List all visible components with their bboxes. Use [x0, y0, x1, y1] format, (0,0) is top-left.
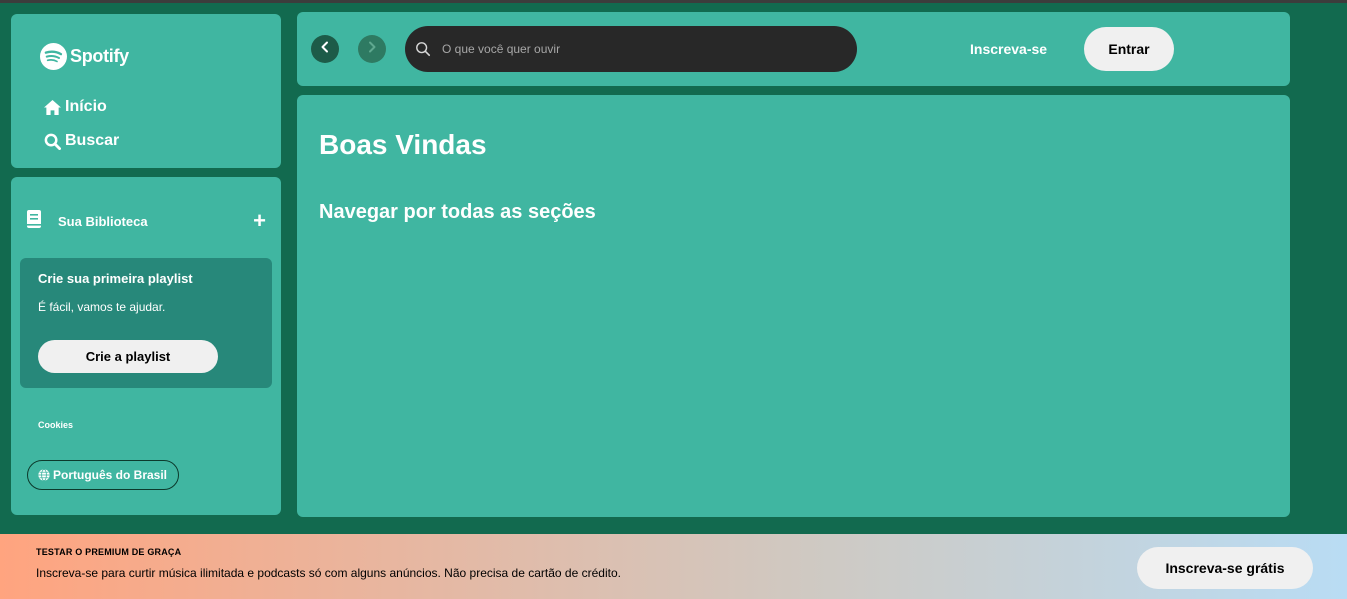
library-panel: Sua Biblioteca + Crie sua primeira playl… — [11, 177, 281, 515]
cookies-link[interactable]: Cookies — [38, 420, 73, 430]
back-button[interactable] — [311, 35, 339, 63]
premium-banner-label: TESTAR O PREMIUM DE GRAÇA — [36, 547, 182, 557]
signup-free-button[interactable]: Inscreva-se grátis — [1137, 547, 1313, 589]
top-bar: Inscreva-se Entrar — [297, 12, 1290, 86]
chevron-left-icon — [319, 40, 331, 58]
add-library-button[interactable]: + — [253, 209, 266, 233]
language-label: Português do Brasil — [53, 468, 168, 482]
login-button[interactable]: Entrar — [1084, 27, 1174, 71]
main-content: Boas Vindas Navegar por todas as seções — [297, 95, 1290, 517]
window-top-border — [0, 0, 1347, 3]
search-bar[interactable] — [405, 26, 857, 72]
library-title[interactable]: Sua Biblioteca — [58, 214, 148, 229]
signup-link[interactable]: Inscreva-se — [970, 41, 1047, 57]
nav-item-home[interactable]: Início — [42, 97, 107, 117]
create-playlist-card: Crie sua primeira playlist É fácil, vamo… — [20, 258, 272, 388]
nav-item-search-label: Buscar — [65, 132, 120, 149]
sidebar-nav-panel: Spotify Início Buscar — [11, 14, 281, 168]
premium-banner: TESTAR O PREMIUM DE GRAÇA Inscreva-se pa… — [0, 534, 1347, 599]
premium-banner-text: Inscreva-se para curtir música ilimitada… — [36, 566, 621, 580]
search-bar-icon — [415, 41, 431, 57]
nav-item-search[interactable]: Buscar — [42, 131, 119, 151]
spotify-logo-icon — [40, 43, 67, 70]
create-playlist-subtitle: É fácil, vamos te ajudar. — [38, 300, 166, 314]
nav-item-home-label: Início — [65, 98, 107, 115]
create-playlist-button[interactable]: Crie a playlist — [38, 340, 218, 373]
section-title: Navegar por todas as seções — [319, 201, 596, 223]
chevron-right-icon — [366, 40, 378, 58]
library-icon[interactable] — [26, 209, 42, 234]
library-header: Sua Biblioteca + — [26, 209, 266, 233]
spotify-logo[interactable]: Spotify — [40, 43, 129, 70]
search-icon — [42, 131, 62, 151]
search-input[interactable] — [442, 42, 822, 56]
globe-icon — [38, 469, 50, 481]
page-title: Boas Vindas — [319, 129, 487, 160]
spotify-logo-text: Spotify — [70, 46, 129, 66]
language-button[interactable]: Português do Brasil — [27, 460, 180, 490]
home-icon — [42, 97, 62, 117]
create-playlist-title: Crie sua primeira playlist — [38, 271, 193, 286]
forward-button[interactable] — [358, 35, 386, 63]
